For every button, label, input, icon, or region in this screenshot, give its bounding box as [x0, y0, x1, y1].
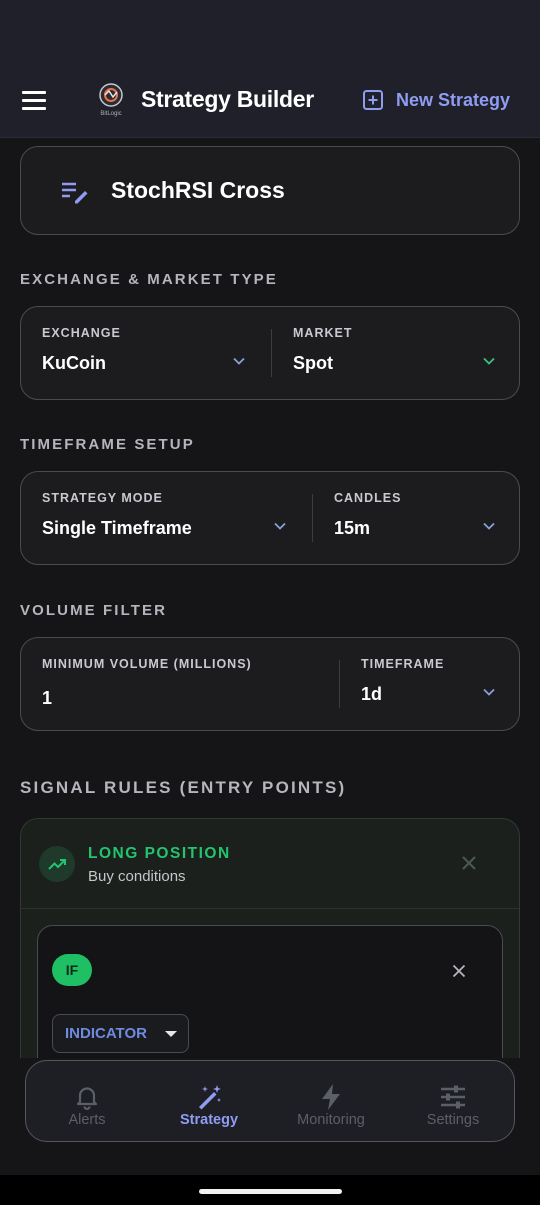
exchange-label: EXCHANGE [42, 326, 121, 340]
status-bar-area [0, 0, 540, 62]
condition-rule-card: IF INDICATOR [37, 925, 503, 1058]
market-select[interactable]: MARKET Spot [272, 307, 520, 401]
app-logo: BitLogic [99, 83, 123, 117]
close-icon[interactable] [452, 964, 466, 978]
section-title-timeframe-setup: TIMEFRAME SETUP [20, 436, 195, 453]
timeframe-setup-card: STRATEGY MODE Single Timeframe CANDLES 1… [20, 471, 520, 565]
app-header: BitLogic Strategy Builder New Strategy [0, 62, 540, 138]
if-badge: IF [52, 954, 92, 986]
new-strategy-label: New Strategy [395, 89, 510, 110]
chevron-down-icon [233, 357, 245, 365]
new-strategy-button[interactable]: New Strategy [362, 84, 510, 116]
section-title-signal-rules: SIGNAL RULES (ENTRY POINTS) [20, 778, 347, 797]
volume-filter-card: MINIMUM VOLUME (MILLIONS) 1 TIMEFRAME 1d [20, 637, 520, 731]
chevron-down-icon [483, 357, 495, 365]
system-navigation-bar [0, 1175, 540, 1205]
bell-icon [76, 1087, 98, 1111]
exchange-value: KuCoin [42, 353, 106, 373]
exchange-market-card: EXCHANGE KuCoin MARKET Spot [20, 306, 520, 400]
nav-label-settings: Settings [426, 1112, 480, 1128]
nav-label-strategy: Strategy [179, 1112, 239, 1128]
hamburger-menu-icon[interactable] [22, 91, 48, 111]
edit-notes-icon [62, 182, 88, 204]
section-title-volume-filter: VOLUME FILTER [20, 602, 168, 619]
logo-text: BitLogic [100, 111, 121, 117]
home-indicator[interactable] [199, 1189, 342, 1194]
nav-item-settings[interactable]: Settings [392, 1061, 514, 1143]
long-position-title: LONG POSITION [88, 845, 231, 862]
caret-down-icon [164, 1030, 177, 1037]
nav-label-alerts: Alerts [68, 1112, 106, 1128]
page-title: Strategy Builder [141, 86, 314, 112]
long-position-header: LONG POSITION Buy conditions [21, 819, 519, 909]
exchange-select[interactable]: EXCHANGE KuCoin [21, 307, 271, 401]
indicator-label: INDICATOR [65, 1025, 147, 1042]
section-title-exchange-market: EXCHANGE & MARKET TYPE [20, 271, 278, 288]
nav-label-monitoring: Monitoring [297, 1112, 365, 1128]
nav-item-monitoring[interactable]: Monitoring [270, 1061, 392, 1143]
bottom-navigation: Alerts Strategy Monitoring Settings [25, 1060, 515, 1142]
strategy-mode-select[interactable]: STRATEGY MODE Single Timeframe [21, 472, 312, 566]
volume-timeframe-select[interactable]: TIMEFRAME 1d [340, 638, 520, 732]
strategy-mode-label: STRATEGY MODE [42, 491, 163, 505]
strategy-name-field[interactable]: StochRSI Cross [20, 146, 520, 235]
long-position-subtitle: Buy conditions [88, 868, 186, 885]
add-square-icon [362, 90, 383, 110]
candles-value: 15m [334, 518, 371, 538]
min-volume-value: 1 [42, 688, 53, 708]
chevron-down-icon [483, 522, 495, 530]
market-label: MARKET [293, 326, 353, 340]
volume-timeframe-label: TIMEFRAME [361, 657, 445, 671]
magic-wand-icon [199, 1085, 221, 1110]
close-icon[interactable] [461, 855, 477, 871]
strategy-mode-value: Single Timeframe [42, 518, 192, 538]
min-volume-label: MINIMUM VOLUME (MILLIONS) [42, 657, 252, 671]
sliders-icon [441, 1085, 465, 1109]
strategy-form: StochRSI Cross EXCHANGE & MARKET TYPE EX… [0, 138, 540, 1058]
lightning-icon [322, 1084, 340, 1110]
chevron-down-icon [274, 522, 286, 530]
long-position-card: LONG POSITION Buy conditions IF INDICATO… [20, 818, 520, 1058]
candles-select[interactable]: CANDLES 15m [313, 472, 520, 566]
indicator-dropdown[interactable]: INDICATOR [52, 1014, 189, 1053]
strategy-name-value: StochRSI Cross [111, 177, 285, 203]
nav-item-alerts[interactable]: Alerts [26, 1061, 148, 1143]
min-volume-input[interactable]: MINIMUM VOLUME (MILLIONS) 1 [21, 638, 339, 732]
volume-timeframe-value: 1d [361, 684, 383, 704]
market-value: Spot [293, 353, 333, 373]
nav-item-strategy[interactable]: Strategy [148, 1061, 270, 1143]
trending-up-icon [39, 846, 75, 882]
chevron-down-icon [483, 688, 495, 696]
candles-label: CANDLES [334, 491, 402, 505]
